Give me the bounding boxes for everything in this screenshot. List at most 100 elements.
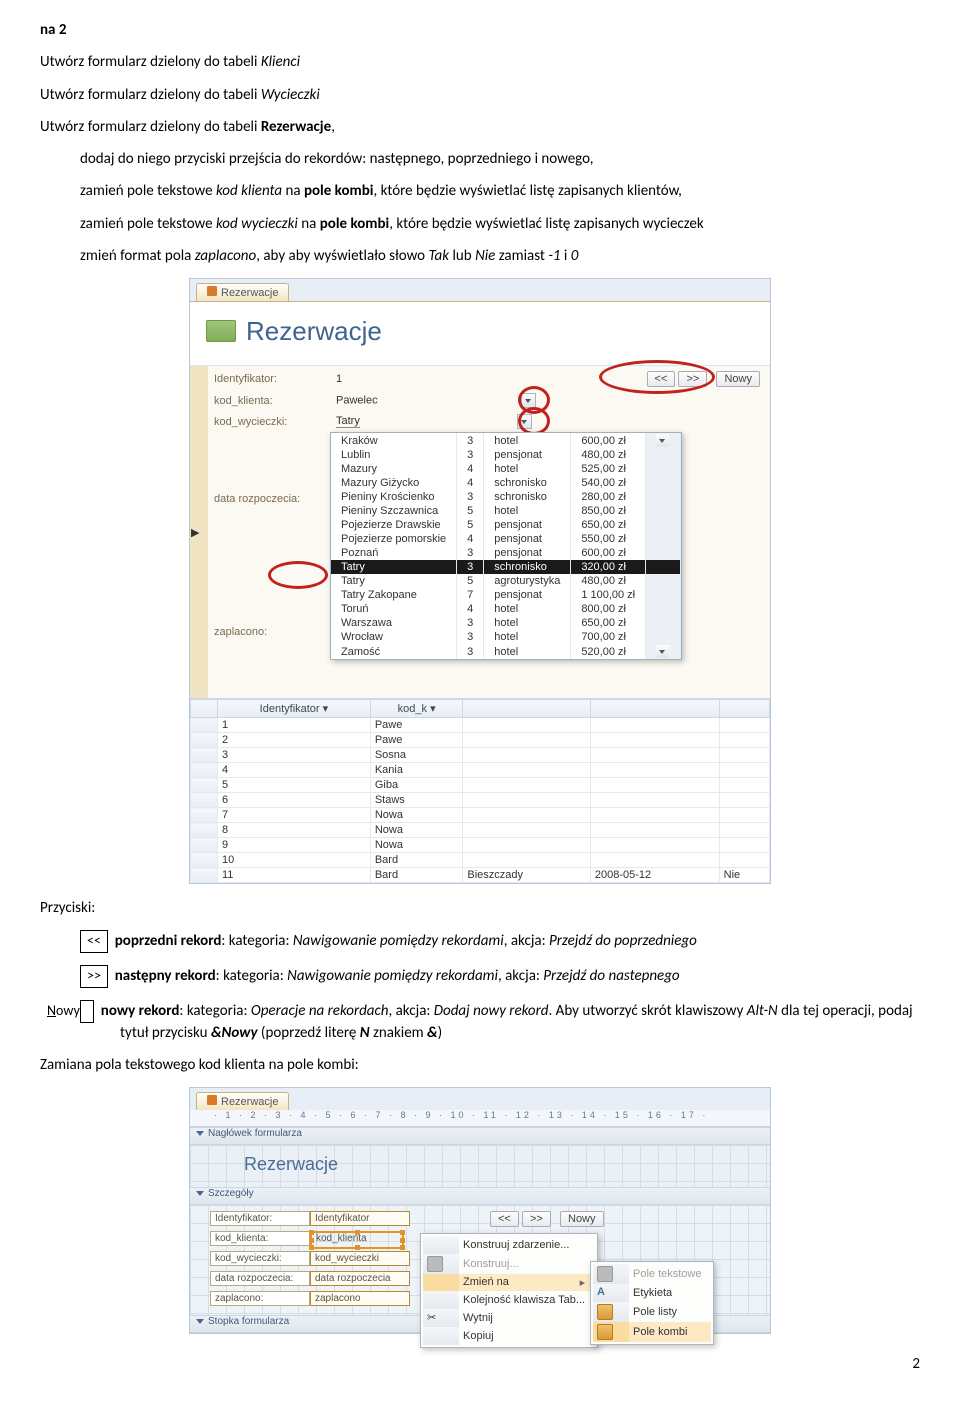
dropdown-cell[interactable]: 480,00 zł (571, 448, 646, 462)
grid-cell[interactable]: Nowa (370, 838, 463, 853)
dropdown-cell[interactable]: Poznań (331, 546, 457, 560)
textbox-control[interactable]: data rozpoczecia (310, 1271, 410, 1286)
grid-cell[interactable]: 4 (218, 763, 371, 778)
selected-control[interactable]: kod_klienta (310, 1231, 404, 1249)
dropdown-cell[interactable]: Tatry (331, 560, 457, 574)
dropdown-cell[interactable]: schronisko (484, 476, 571, 490)
dropdown-cell[interactable]: schronisko (484, 560, 571, 574)
scrollbar[interactable] (646, 546, 681, 560)
label-control[interactable]: zaplacono: (210, 1291, 310, 1306)
wycieczki-dropdown-list[interactable]: Kraków3hotel600,00 złLublin3pensjonat480… (330, 432, 682, 660)
datasheet-grid[interactable]: Identyfikator ▾kod_k ▾ 1Pawe 2Pawe 3Sosn… (190, 698, 770, 883)
band-form-header[interactable]: Nagłówek formularza (190, 1127, 770, 1145)
dropdown-cell[interactable]: Lublin (331, 448, 457, 462)
submenu-item-combobox[interactable]: Pole kombi (629, 1322, 711, 1342)
dropdown-cell[interactable]: 540,00 zł (571, 476, 646, 490)
dropdown-cell[interactable]: Pojezierze pomorskie (331, 532, 457, 546)
dropdown-cell[interactable]: hotel (484, 433, 571, 448)
dropdown-cell[interactable]: 320,00 zł (571, 560, 646, 574)
scrollbar[interactable] (646, 490, 681, 504)
dropdown-cell[interactable]: Kraków (331, 433, 457, 448)
context-menu[interactable]: Konstruuj zdarzenie... Konstruuj... Zmie… (420, 1233, 598, 1348)
scrollbar[interactable] (646, 602, 681, 616)
dropdown-cell[interactable]: schronisko (484, 490, 571, 504)
dropdown-cell[interactable]: 3 (457, 644, 484, 659)
dropdown-cell[interactable]: 5 (457, 504, 484, 518)
menu-item[interactable]: Kolejność klawisza Tab... (459, 1291, 595, 1309)
grid-cell[interactable]: Nie (719, 868, 769, 883)
grid-cell[interactable]: 6 (218, 793, 371, 808)
dropdown-cell[interactable]: Pojezierze Drawskie (331, 518, 457, 532)
scrollbar[interactable] (646, 630, 681, 644)
dropdown-cell[interactable]: 3 (457, 490, 484, 504)
row-selector[interactable] (191, 868, 218, 883)
textbox-control[interactable]: kod_wycieczki (310, 1251, 410, 1266)
new-record-button[interactable]: Nowy (716, 371, 760, 387)
grid-cell[interactable]: 2 (218, 733, 371, 748)
menu-item[interactable]: Konstruuj zdarzenie... (459, 1236, 595, 1254)
row-selector[interactable] (191, 808, 218, 823)
grid-cell[interactable]: 8 (218, 823, 371, 838)
dropdown-cell[interactable]: 3 (457, 433, 484, 448)
textbox-control[interactable]: zaplacono (310, 1291, 410, 1306)
record-selector[interactable]: ▶ (190, 366, 208, 698)
row-selector[interactable] (191, 853, 218, 868)
grid-cell[interactable]: Nowa (370, 808, 463, 823)
grid-cell[interactable]: 10 (218, 853, 371, 868)
grid-cell[interactable]: 2008-05-12 (590, 868, 719, 883)
grid-cell[interactable]: 9 (218, 838, 371, 853)
label-control[interactable]: Identyfikator: (210, 1211, 310, 1226)
dropdown-cell[interactable]: 525,00 zł (571, 462, 646, 476)
dropdown-cell[interactable]: 650,00 zł (571, 616, 646, 630)
column-header[interactable]: kod_k ▾ (370, 700, 463, 718)
menu-item-change-to[interactable]: Zmień na (459, 1274, 595, 1291)
grid-cell[interactable]: Bard (370, 868, 463, 883)
dropdown-cell[interactable]: pensjonat (484, 546, 571, 560)
row-selector[interactable] (191, 763, 218, 778)
dropdown-cell[interactable]: pensjonat (484, 588, 571, 602)
scrollbar[interactable] (646, 462, 681, 476)
textbox-control[interactable]: Identyfikator (310, 1211, 410, 1226)
dropdown-cell[interactable]: Warszawa (331, 616, 457, 630)
label-control[interactable]: data rozpoczecia: (210, 1271, 310, 1286)
select-all[interactable] (191, 700, 218, 718)
row-selector[interactable] (191, 748, 218, 763)
row-selector[interactable] (191, 778, 218, 793)
label-control[interactable]: kod_wycieczki: (210, 1251, 310, 1266)
scrollbar[interactable] (646, 476, 681, 490)
submenu-item[interactable]: Etykieta (629, 1284, 711, 1302)
scrollbar[interactable] (646, 504, 681, 518)
dropdown-cell[interactable]: 800,00 zł (571, 602, 646, 616)
grid-cell[interactable]: Sosna (370, 748, 463, 763)
dropdown-cell[interactable]: 600,00 zł (571, 433, 646, 448)
scrollbar[interactable] (646, 532, 681, 546)
dropdown-cell[interactable]: 4 (457, 462, 484, 476)
combo-kod-klienta[interactable]: Pawelec (336, 394, 378, 406)
grid-cell[interactable]: 11 (218, 868, 371, 883)
dropdown-cell[interactable]: pensjonat (484, 532, 571, 546)
dropdown-cell[interactable]: pensjonat (484, 518, 571, 532)
next-record-button[interactable]: >> (522, 1211, 551, 1227)
band-detail[interactable]: Szczegóły (190, 1187, 770, 1205)
grid-cell[interactable]: Giba (370, 778, 463, 793)
grid-cell[interactable]: Nowa (370, 823, 463, 838)
dropdown-cell[interactable]: 280,00 zł (571, 490, 646, 504)
dropdown-cell[interactable]: Wrocław (331, 630, 457, 644)
row-selector[interactable] (191, 733, 218, 748)
grid-cell[interactable]: Pawe (370, 733, 463, 748)
grid-cell[interactable]: Kania (370, 763, 463, 778)
scrollbar[interactable] (646, 574, 681, 588)
dropdown-cell[interactable]: 550,00 zł (571, 532, 646, 546)
grid-cell[interactable]: 5 (218, 778, 371, 793)
dropdown-cell[interactable]: 520,00 zł (571, 644, 646, 659)
row-selector[interactable] (191, 718, 218, 733)
dropdown-cell[interactable]: 3 (457, 546, 484, 560)
menu-item[interactable]: Wytnij (459, 1309, 595, 1327)
dropdown-cell[interactable]: Pieniny Krościenko (331, 490, 457, 504)
row-selector[interactable] (191, 838, 218, 853)
grid-cell[interactable]: Staws (370, 793, 463, 808)
dropdown-cell[interactable]: hotel (484, 616, 571, 630)
grid-cell[interactable]: Bieszczady (463, 868, 590, 883)
dropdown-cell[interactable]: Tatry (331, 574, 457, 588)
scrollbar[interactable] (646, 616, 681, 630)
